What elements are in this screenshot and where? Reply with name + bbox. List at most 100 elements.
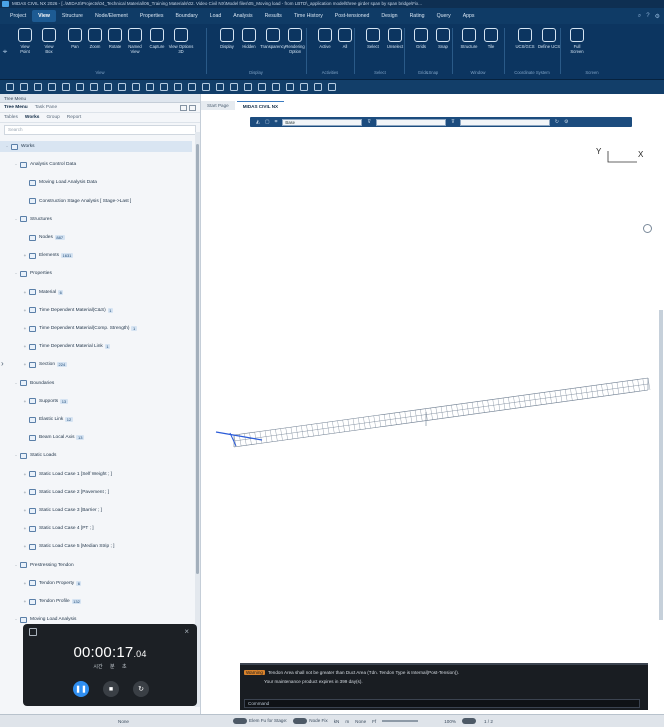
ribbon-select-button[interactable]: Select [362, 28, 384, 62]
quick-tool-icon[interactable] [272, 83, 280, 91]
tree-item[interactable]: - Static Loads [0, 450, 192, 461]
expand-icon[interactable]: + [22, 399, 28, 404]
quick-tool-icon[interactable] [230, 83, 238, 91]
ribbon-view-options-button[interactable]: View Options 3D [169, 28, 193, 62]
status-ff[interactable]: Ff [372, 719, 376, 724]
expand-icon[interactable]: + [22, 326, 28, 331]
expand-icon[interactable]: + [22, 581, 28, 586]
quick-tool-icon[interactable] [6, 83, 14, 91]
tree-item[interactable]: + Tendon Profile 132 [0, 596, 192, 607]
tree-item[interactable]: Elastic Link 12 [0, 414, 192, 425]
menu-item-properties[interactable]: Properties [134, 10, 170, 22]
search-icon[interactable]: ⌕ [638, 13, 641, 20]
quick-tool-icon[interactable] [34, 83, 42, 91]
settings-icon[interactable]: ⚙ [655, 13, 660, 20]
quick-tool-icon[interactable] [202, 83, 210, 91]
menu-item-structure[interactable]: Structure [56, 10, 89, 22]
collapse-icon[interactable]: - [13, 271, 19, 276]
tree-item[interactable]: Nodes 887 [0, 232, 192, 243]
tree-search-input[interactable]: Search [4, 125, 196, 135]
quick-tool-icon[interactable] [76, 83, 84, 91]
menu-item-query[interactable]: Query [431, 10, 457, 22]
status-none-2[interactable]: None [355, 719, 366, 724]
quick-tool-icon[interactable] [160, 83, 168, 91]
expand-icon[interactable]: + [22, 290, 28, 295]
collapse-icon[interactable]: - [13, 563, 19, 568]
quick-tool-icon[interactable] [328, 83, 336, 91]
expand-icon[interactable]: + [22, 544, 28, 549]
pause-button[interactable]: ❚❚ [73, 681, 89, 697]
tree-scrollbar[interactable] [195, 132, 200, 707]
collapse-icon[interactable]: - [13, 381, 19, 386]
tree-item[interactable]: Construction Stage Analysis [ Stage->Las… [0, 196, 192, 207]
menu-item-time-history[interactable]: Time History [288, 10, 329, 22]
recorder-grip-icon[interactable] [29, 628, 37, 636]
tree-item[interactable]: + Static Load Case 4 [PT ; ] [0, 523, 192, 534]
expand-icon[interactable]: + [22, 599, 28, 604]
menu-item-load[interactable]: Load [204, 10, 228, 22]
expand-icon[interactable]: + [22, 472, 28, 477]
tab-model-view[interactable]: MIDAS CIVIL NX [236, 101, 285, 110]
subtab-group[interactable]: Group [46, 115, 59, 120]
command-input[interactable]: Command [244, 699, 640, 708]
ribbon-snap-button[interactable]: Snap [432, 28, 454, 62]
help-icon[interactable]: ? [646, 13, 649, 20]
tree-item[interactable]: + Static Load Case 1 [Self Weight ; ] [0, 469, 192, 480]
tree-item[interactable]: - Boundaries [0, 378, 192, 389]
ribbon-view-button[interactable]: View Box [38, 28, 60, 62]
tree-item[interactable]: + Static Load Case 2 [Pavement ; ] [0, 487, 192, 498]
zoom-slider[interactable] [382, 719, 419, 724]
collapse-icon[interactable]: - [13, 162, 19, 167]
tree-item[interactable]: + Supports 13 [0, 396, 192, 407]
tree-item[interactable]: + Section 224 [0, 359, 192, 370]
tree-item[interactable]: + Tendon Property 6 [0, 578, 192, 589]
tree-item[interactable]: + Time Dependent Material Link 1 [0, 341, 192, 352]
collapse-icon[interactable]: - [13, 617, 19, 622]
ribbon-transparency-button[interactable]: Transparency [260, 28, 286, 62]
quick-tool-icon[interactable] [62, 83, 70, 91]
tree-item[interactable]: - Prestressing Tendon [0, 560, 192, 571]
quick-tool-icon[interactable] [132, 83, 140, 91]
tree-item[interactable]: Moving Load Analysis Data [0, 177, 192, 188]
tree-item[interactable]: - Properties [0, 268, 192, 279]
ribbon-pan-button[interactable]: Pan [64, 28, 86, 62]
tree-item[interactable]: - Analysis Control Data [0, 159, 192, 170]
unit-length-select[interactable]: m [345, 719, 349, 724]
status-toggle-3[interactable] [461, 718, 478, 724]
ribbon-define-ucs-button[interactable]: Define UCS [538, 28, 560, 62]
tree-item[interactable]: + Static Load Case 3 [Barrier ; ] [0, 505, 192, 516]
subtab-tables[interactable]: Tables [4, 115, 18, 120]
quick-tool-icon[interactable] [286, 83, 294, 91]
quick-tool-icon[interactable] [118, 83, 126, 91]
ribbon-hidden-button[interactable]: Hidden [238, 28, 260, 62]
tree-item[interactable]: - Structures [0, 214, 192, 225]
unit-force-select[interactable]: kN [334, 719, 340, 724]
stop-button[interactable]: ■ [103, 681, 119, 697]
tree-item[interactable]: + Static Load Case 5 [Median Strip ; ] [0, 541, 192, 552]
ribbon-rendering-button[interactable]: Rendering Option [284, 28, 306, 62]
quick-tool-icon[interactable] [174, 83, 182, 91]
ribbon-ucs-gcs-button[interactable]: UCS/GCS [514, 28, 536, 62]
quick-tool-icon[interactable] [244, 83, 252, 91]
quick-tool-icon[interactable] [314, 83, 322, 91]
ribbon-grip-icon[interactable]: ⌖ [0, 24, 10, 80]
ribbon-named-button[interactable]: Named View [124, 28, 146, 62]
model-viewport[interactable]: ◭ ▢ ⌗ Base ⊽ ⊽ ↻ ⚙ Y X [202, 110, 663, 714]
expand-icon[interactable]: + [22, 344, 28, 349]
menu-item-boundary[interactable]: Boundary [169, 10, 203, 22]
ribbon-full-button[interactable]: Full Screen [566, 28, 588, 62]
menu-item-design[interactable]: Design [375, 10, 403, 22]
expand-icon[interactable]: + [22, 508, 28, 513]
tree-item[interactable]: + Time Dependent Material(Comp. Strength)… [0, 323, 192, 334]
ribbon-all-button[interactable]: All [334, 28, 356, 62]
quick-tool-icon[interactable] [20, 83, 28, 91]
subtab-report[interactable]: Report [67, 115, 81, 120]
status-stage[interactable]: Elem Fu for Stage: [232, 718, 287, 724]
quick-tool-icon[interactable] [90, 83, 98, 91]
ribbon-grids-button[interactable]: Grids [410, 28, 432, 62]
tab-task-pane[interactable]: Task Pane [35, 105, 57, 110]
quick-tool-icon[interactable] [300, 83, 308, 91]
quick-tool-icon[interactable] [146, 83, 154, 91]
menu-item-view[interactable]: View [32, 10, 56, 22]
close-icon[interactable]: × [184, 627, 189, 636]
